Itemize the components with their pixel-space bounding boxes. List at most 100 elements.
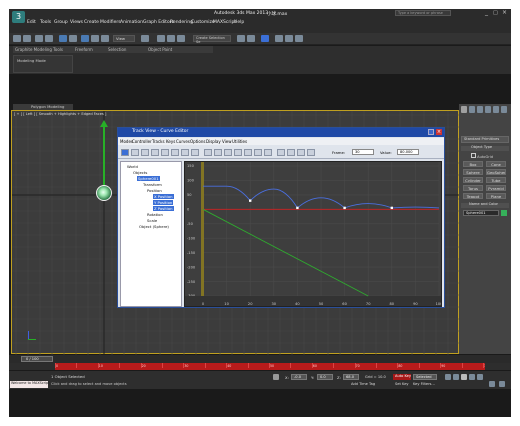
snap-icon[interactable] <box>157 35 165 42</box>
menu-views[interactable]: Views <box>70 20 83 25</box>
close-icon[interactable]: × <box>502 9 507 16</box>
menu-customize[interactable]: Customize <box>191 20 215 25</box>
tangent-fast-icon[interactable] <box>224 149 232 156</box>
tree-item-z-position[interactable]: Z Position <box>153 206 174 211</box>
angle-snap-icon[interactable] <box>167 35 175 42</box>
tree-item-y-position[interactable]: Y Position <box>153 200 174 205</box>
tab-selection[interactable]: Selection <box>108 47 126 52</box>
autogrid-checkbox[interactable]: AutoGrid <box>471 153 493 159</box>
render-setup-icon[interactable] <box>285 35 293 42</box>
tv-menu-utilities[interactable]: Utilities <box>232 139 247 144</box>
view-dropdown[interactable]: View <box>113 35 135 42</box>
maximize-icon[interactable]: □ <box>493 10 498 16</box>
cylinder-button[interactable]: Cylinder <box>463 177 483 183</box>
create-tab-icon[interactable] <box>461 106 467 113</box>
torus-button[interactable]: Torus <box>463 185 483 191</box>
menu-help[interactable]: Help <box>234 20 244 25</box>
tangent-custom-icon[interactable] <box>214 149 222 156</box>
tree-item-world[interactable]: World <box>127 164 138 169</box>
object-type-rollout[interactable]: Object Type <box>461 145 509 151</box>
curve-graph[interactable]: 0102030405060708090100150100500-50-100-1… <box>184 161 442 307</box>
parameter-out-icon[interactable] <box>297 149 305 156</box>
time-slider-thumb[interactable]: 0 / 100 <box>21 356 53 362</box>
tab-graphite[interactable]: Graphite Modeling Tools <box>15 47 63 52</box>
link-icon[interactable] <box>35 35 43 42</box>
geosphere-button[interactable]: GeoSphere <box>486 169 506 175</box>
selection-set-dropdown[interactable]: Create Selection Se <box>193 35 231 44</box>
display-tab-icon[interactable] <box>493 106 499 113</box>
object-name-field[interactable]: Sphere001 <box>463 210 499 216</box>
zoom-icon[interactable] <box>489 381 495 387</box>
menu-create[interactable]: Create <box>84 20 99 25</box>
minimize-icon[interactable]: _ <box>485 9 488 16</box>
tree-item-position[interactable]: Position <box>147 188 162 193</box>
tv-menu-curves[interactable]: Curves <box>176 139 190 144</box>
time-slider[interactable]: 0 / 100 <box>9 355 511 363</box>
track-view-title-bar[interactable]: Track View - Curve Editor × <box>118 128 444 137</box>
play-icon[interactable] <box>461 374 467 380</box>
tree-item-sphere[interactable]: Sphere001 <box>137 176 160 181</box>
tv-menu-view[interactable]: View <box>222 139 232 144</box>
add-keys-icon[interactable] <box>171 149 179 156</box>
tangent-step-icon[interactable] <box>244 149 252 156</box>
sphere-object[interactable] <box>96 185 112 201</box>
lock-icon[interactable] <box>277 149 285 156</box>
move-icon[interactable] <box>81 35 89 42</box>
select-by-name-icon[interactable] <box>69 35 77 42</box>
box-button[interactable]: Box <box>463 161 483 167</box>
menu-group[interactable]: Group <box>54 20 68 25</box>
material-editor-icon[interactable] <box>275 35 283 42</box>
show-tangents-icon[interactable] <box>307 149 315 156</box>
align-icon[interactable] <box>247 35 255 42</box>
percent-snap-icon[interactable] <box>177 35 185 42</box>
select-icon[interactable] <box>59 35 67 42</box>
mirror-icon[interactable] <box>237 35 245 42</box>
tree-item-rotation[interactable]: Rotation <box>147 212 163 217</box>
unlink-icon[interactable] <box>45 35 53 42</box>
utilities-tab-icon[interactable] <box>501 106 507 113</box>
tree-item-x-position[interactable]: X Position <box>153 194 174 199</box>
menu-modifiers[interactable]: Modifiers <box>100 20 121 25</box>
scale-icon[interactable] <box>101 35 109 42</box>
pan-icon[interactable] <box>499 381 505 387</box>
redo-icon[interactable] <box>23 35 31 42</box>
hierarchy-tab-icon[interactable] <box>477 106 483 113</box>
frame-field[interactable]: 30 <box>352 149 374 155</box>
tree-item-transform[interactable]: Transform <box>143 182 162 187</box>
tv-menu-options[interactable]: Options <box>190 139 205 144</box>
tab-object-paint[interactable]: Object Paint <box>148 47 172 52</box>
controller-tree[interactable]: World Objects Sphere001 Transform Positi… <box>120 161 182 307</box>
slide-keys-icon[interactable] <box>141 149 149 156</box>
tangent-slow-icon[interactable] <box>234 149 242 156</box>
name-color-rollout[interactable]: Name and Color <box>461 202 509 208</box>
scale-values-icon[interactable] <box>161 149 169 156</box>
tv-menu-keys[interactable]: Keys <box>166 139 175 144</box>
maxscript-listener[interactable]: Welcome to MAXScript <box>10 381 49 388</box>
menu-rendering[interactable]: Rendering <box>170 20 193 25</box>
prev-frame-icon[interactable] <box>453 374 459 380</box>
tab-freeform[interactable]: Freeform <box>75 47 93 52</box>
pyramid-button[interactable]: Pyramid <box>486 185 506 191</box>
track-view-close-icon[interactable]: × <box>436 129 442 135</box>
object-color-swatch[interactable] <box>501 210 507 216</box>
goto-start-icon[interactable] <box>445 374 451 380</box>
modify-tab-icon[interactable] <box>469 106 475 113</box>
track-view-maximize-icon[interactable] <box>428 129 434 135</box>
key-filters-button[interactable]: Key Filters... <box>413 382 435 386</box>
tree-item-object-sphere[interactable]: Object (Sphere) <box>139 224 169 229</box>
tube-button[interactable]: Tube <box>486 177 506 183</box>
key-mode-dropdown[interactable]: Selected <box>413 374 437 380</box>
draw-curves-icon[interactable] <box>181 149 189 156</box>
tv-menu-display[interactable]: Display <box>206 139 221 144</box>
primitive-type-dropdown[interactable]: Standard Primitives <box>461 136 509 143</box>
next-frame-icon[interactable] <box>469 374 475 380</box>
track-bar[interactable]: 0102030405060708090100 <box>55 363 490 370</box>
snap-frames-icon[interactable] <box>287 149 295 156</box>
tv-menu-tracks[interactable]: Tracks <box>152 139 165 144</box>
sphere-button[interactable]: Sphere <box>463 169 483 175</box>
menu-tools[interactable]: Tools <box>40 20 51 25</box>
menu-edit[interactable]: Edit <box>27 20 36 25</box>
tree-item-objects[interactable]: Objects <box>133 170 147 175</box>
y-coord-field[interactable]: 0.0 <box>317 374 333 380</box>
set-key-label[interactable]: Set Key <box>395 382 409 386</box>
